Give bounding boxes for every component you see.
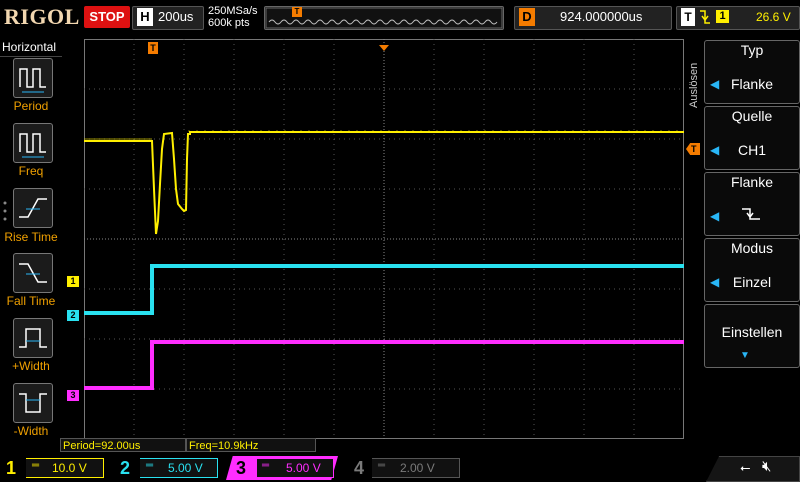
ch2-dc-coupling-icon: ═ <box>146 460 154 471</box>
status-area <box>706 456 800 482</box>
positive-width-button[interactable] <box>13 318 53 358</box>
menu-modus-value: Einzel <box>732 274 772 290</box>
ch3-scale-value: 5.00 V <box>286 461 321 475</box>
left-menu-page-dots <box>2 200 7 230</box>
trigger-position-marker[interactable]: T <box>148 42 158 54</box>
rise-time-icon <box>19 198 47 218</box>
ch3-number[interactable]: 3 <box>236 458 246 479</box>
period-label: Period <box>13 99 49 113</box>
rise-time-button[interactable] <box>13 188 53 228</box>
menu-flanke-arrow-icon: ◀ <box>710 209 720 223</box>
period-icon <box>19 68 46 93</box>
delay-label: D <box>519 8 535 26</box>
falling-edge-icon <box>698 7 712 30</box>
menu-einstellen-title: Einstellen <box>721 324 783 340</box>
rise-time-label: Rise Time <box>4 230 58 244</box>
positive-width-icon <box>19 328 47 348</box>
freq-label: Freq <box>18 164 44 178</box>
ch1-dc-coupling-icon: ═ <box>32 460 40 471</box>
negative-width-label: -Width <box>13 424 49 438</box>
menu-side-label: Auslösen <box>686 50 702 110</box>
ch3-dc-coupling-icon: ═ <box>262 460 270 471</box>
freq-measurement: Freq=10.9kHz <box>186 438 316 452</box>
menu-quelle-title: Quelle <box>731 108 773 124</box>
fall-time-label: Fall Time <box>6 294 56 308</box>
ch1-number[interactable]: 1 <box>6 458 16 479</box>
left-menu-title: Horizontal <box>2 40 57 54</box>
ch2-offset-marker[interactable]: 2 <box>67 310 79 321</box>
left-menu-divider <box>0 56 62 57</box>
fall-time-icon <box>19 263 47 283</box>
timebase-label: H <box>137 8 153 26</box>
menu-flanke-title: Flanke <box>730 174 774 190</box>
sample-rate: 250MSa/s <box>208 5 258 17</box>
chevron-down-icon: ▼ <box>740 350 750 361</box>
trigger-source-badge: 1 <box>716 10 729 23</box>
trigger-level-marker-label: T <box>691 144 697 154</box>
trigger-level-value: 26.6 V <box>756 10 791 24</box>
positive-width-label: +Width <box>12 359 50 373</box>
menu-modus-title: Modus <box>730 240 774 256</box>
trigger-level-marker[interactable]: T <box>686 143 700 155</box>
period-measurement: Period=92.00us <box>60 438 186 452</box>
falling-edge-icon <box>740 204 762 229</box>
run-stop-status[interactable]: STOP <box>84 6 130 28</box>
ch4-scale-value: 2.00 V <box>400 461 435 475</box>
rigol-logo: RIGOL <box>4 4 80 29</box>
waveform-display[interactable] <box>84 39 684 439</box>
period-button[interactable] <box>13 58 53 98</box>
ch2-scale-value: 5.00 V <box>168 461 203 475</box>
delay-value: 924.000000us <box>560 9 643 24</box>
menu-typ-title: Typ <box>740 42 764 58</box>
memory-trigger-marker: T <box>292 7 302 17</box>
ch1-scale-value: 10.0 V <box>52 461 87 475</box>
freq-button[interactable] <box>13 123 53 163</box>
menu-side-label-text: Auslösen <box>688 62 700 108</box>
ch4-number[interactable]: 4 <box>354 458 364 479</box>
speaker-muted-icon: 🔇︎ <box>762 458 772 475</box>
trigger-label: T <box>681 8 695 26</box>
timebase-value: 200us <box>158 9 194 24</box>
memory-depth: 600k pts <box>208 17 250 29</box>
ch2-number[interactable]: 2 <box>120 458 130 479</box>
negative-width-icon <box>19 393 47 413</box>
center-marker-icon <box>379 38 389 51</box>
ch3-offset-marker[interactable]: 3 <box>67 390 79 401</box>
usb-icon: ⭠ <box>740 460 751 475</box>
negative-width-button[interactable] <box>13 383 53 423</box>
fall-time-button[interactable] <box>13 253 53 293</box>
menu-typ-value: Flanke <box>730 76 774 92</box>
ch4-dc-coupling-icon: ═ <box>378 460 386 471</box>
sample-info: 250MSa/s 600k pts <box>208 5 258 29</box>
ch1-offset-marker[interactable]: 1 <box>67 276 79 287</box>
waveform-grid <box>84 39 684 439</box>
frequency-icon <box>19 133 46 158</box>
menu-quelle-value: CH1 <box>737 142 766 158</box>
